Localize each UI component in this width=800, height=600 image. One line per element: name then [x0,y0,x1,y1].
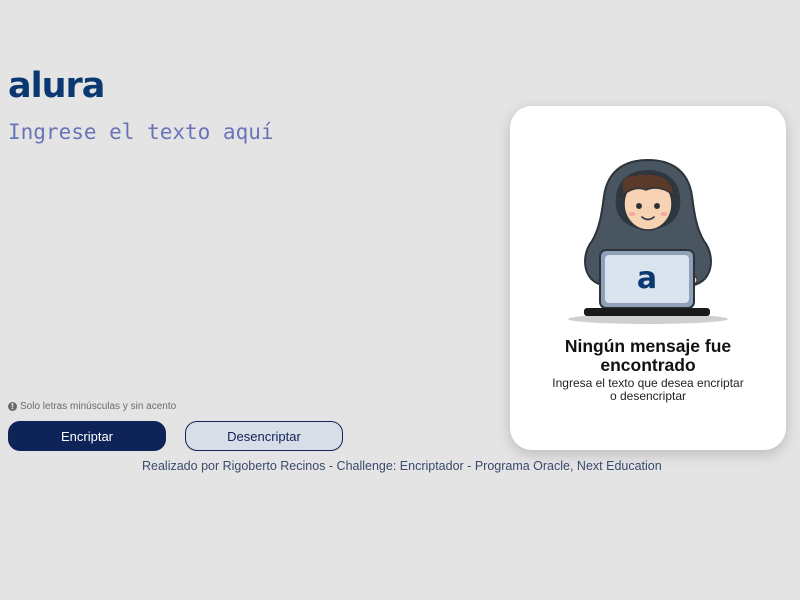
laptop-logo: a [637,261,657,296]
empty-message-title-line2: encontrado [600,355,696,375]
result-card: a Ningún mensaje fue encontrado Ingresa … [510,106,786,450]
decrypt-button[interactable]: Desencriptar [185,421,343,451]
alura-logo: alura [8,66,105,106]
hooded-person-laptop-illustration: a [568,158,728,324]
empty-message-subtitle-line2: o desencriptar [609,389,687,403]
empty-message-title-line1: Ningún mensaje fue [564,336,732,356]
text-input[interactable] [8,120,478,390]
info-icon: ! [8,402,17,411]
page: alura ! Solo letras minúsculas y sin ace… [0,0,800,600]
encrypt-button[interactable]: Encriptar [8,421,166,451]
empty-message-title: Ningún mensaje fue encontrado [510,337,786,375]
hint-text: Solo letras minúsculas y sin acento [20,401,177,412]
footer-credits: Realizado por Rigoberto Recinos - Challe… [142,459,662,473]
hint: ! Solo letras minúsculas y sin acento [8,401,176,412]
empty-message-subtitle: Ingresa el texto que desea encriptar o d… [510,377,786,403]
